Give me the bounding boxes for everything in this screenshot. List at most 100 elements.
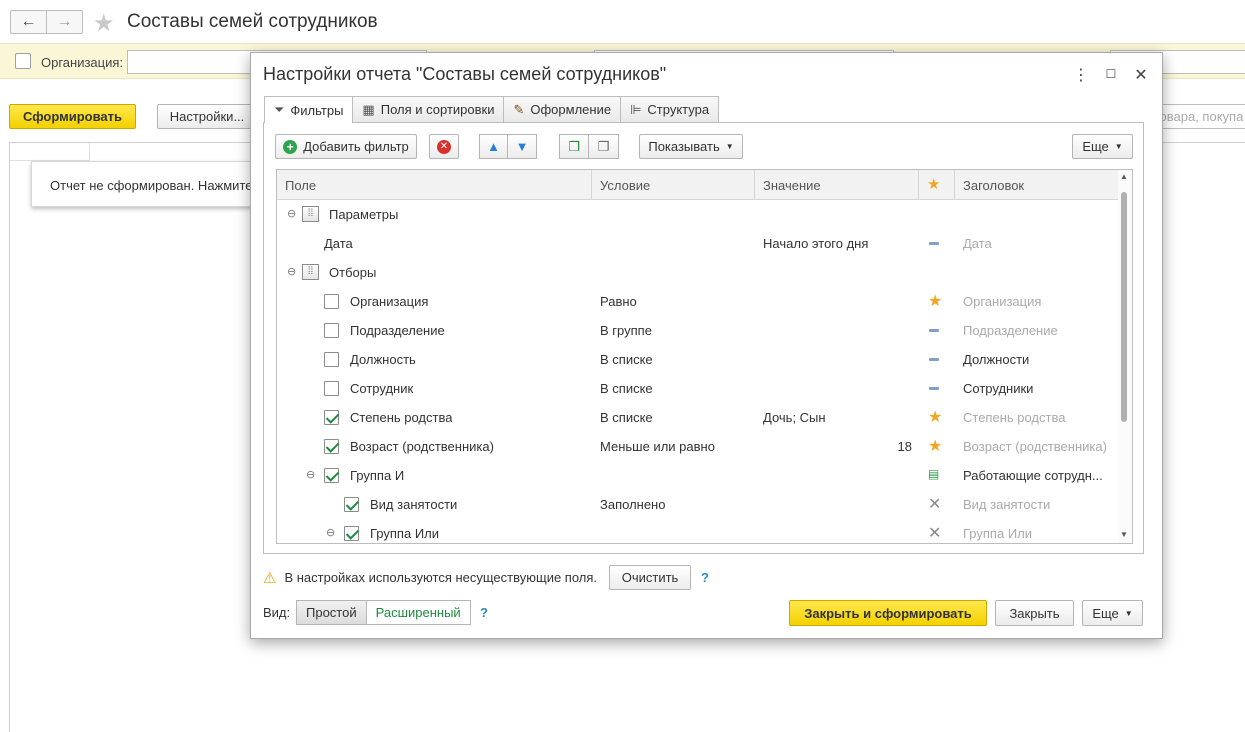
column-star-icon[interactable]: ★ (919, 170, 955, 200)
row-checkbox[interactable] (324, 352, 339, 367)
move-down-button[interactable]: ▼ (508, 134, 537, 159)
collapse-icon[interactable]: ⊖ (287, 207, 296, 220)
row-condition[interactable]: В группе (600, 316, 652, 345)
grid-row[interactable]: Вид занятости Заполнено ✕ Вид занятости (277, 490, 1118, 519)
tab-structure[interactable]: ⊫ Структура (620, 96, 720, 122)
row-header[interactable]: Организация (963, 287, 1113, 316)
not-used-cross-icon[interactable]: ✕ (928, 523, 941, 543)
nav-buttons: ← → (10, 10, 83, 34)
row-header[interactable]: Возраст (родственника) (963, 432, 1113, 461)
dialog-more-dropdown[interactable]: Еще ▼ (1082, 600, 1143, 626)
grid-row[interactable]: Сотрудник В списке Сотрудники (277, 374, 1118, 403)
row-header[interactable]: Работающие сотрудн... (963, 461, 1113, 490)
row-checkbox[interactable] (324, 323, 339, 338)
row-checkbox[interactable] (324, 294, 339, 309)
warning-text: В настройках используются несуществующие… (284, 570, 598, 585)
form-report-button[interactable]: Сформировать (9, 104, 136, 129)
move-up-button[interactable]: ▲ (479, 134, 508, 159)
row-condition[interactable]: В списке (600, 374, 653, 403)
grid-row[interactable]: Возраст (родственника) Меньше или равно 18… (277, 432, 1118, 461)
grid-row[interactable]: Степень родства В списке Дочь; Сын ★ Степень… (277, 403, 1118, 432)
row-checkbox[interactable] (324, 410, 339, 425)
row-header[interactable]: Дата (963, 229, 1113, 258)
row-condition[interactable]: В списке (600, 345, 653, 374)
settings-button[interactable]: Настройки... (157, 104, 257, 129)
maximize-icon[interactable]: ☐ (1101, 67, 1121, 81)
grid-row[interactable]: Организация Равно ★ Организация (277, 287, 1118, 316)
quick-access-dash-icon[interactable] (929, 242, 939, 245)
collapse-icon[interactable]: ⊖ (306, 468, 315, 481)
scroll-thumb[interactable] (1121, 192, 1127, 422)
row-field: Сотрудник (350, 381, 414, 396)
row-header[interactable]: Сотрудники (963, 374, 1113, 403)
row-checkbox[interactable] (324, 468, 339, 483)
delete-button[interactable]: ✕ (429, 134, 459, 159)
row-field: Отборы (329, 265, 377, 280)
collapse-icon[interactable]: ⊖ (287, 265, 296, 278)
column-field[interactable]: Поле (277, 170, 592, 200)
row-header[interactable]: Группа Или (963, 519, 1113, 543)
row-checkbox[interactable] (344, 526, 359, 541)
back-arrow-icon[interactable]: ← (11, 11, 46, 33)
row-condition[interactable]: Меньше или равно (600, 432, 715, 461)
tab-fields-sorting[interactable]: ▦ Поля и сортировки (352, 96, 505, 122)
help-icon[interactable]: ? (701, 570, 709, 585)
row-header[interactable]: Вид занятости (963, 490, 1113, 519)
row-checkbox[interactable] (324, 381, 339, 396)
view-extended-button[interactable]: Расширенный (366, 600, 471, 625)
uncheck-all-icon: ❐ (597, 138, 610, 154)
row-checkbox[interactable] (324, 439, 339, 454)
grid-row[interactable]: Дата Начало этого дня Дата (277, 229, 1118, 258)
quick-access-dash-icon[interactable] (929, 329, 939, 332)
close-icon[interactable]: ✕ (1131, 65, 1151, 85)
grid-row[interactable]: Должность В списке Должности (277, 345, 1118, 374)
group-marker-icon[interactable]: ▤ (928, 467, 939, 481)
row-header[interactable]: Должности (963, 345, 1113, 374)
quick-access-star-icon[interactable]: ★ (928, 436, 942, 456)
grid-row[interactable]: ⊖ Группа И ▤ Работающие сотрудн... (277, 461, 1118, 490)
view-help-icon[interactable]: ? (480, 605, 488, 620)
close-and-form-button[interactable]: Закрыть и сформировать (789, 600, 987, 626)
row-value[interactable]: Начало этого дня (763, 229, 868, 258)
row-field: Степень родства (350, 410, 453, 425)
quick-access-star-icon[interactable]: ★ (928, 407, 942, 427)
column-header[interactable]: Заголовок (955, 170, 1118, 200)
check-all-button[interactable]: ❐ (559, 134, 589, 159)
grid-scrollbar[interactable]: ▲ ▼ (1118, 170, 1132, 543)
favorite-star-icon[interactable]: ★ (93, 9, 115, 38)
row-field: Вид занятости (370, 497, 458, 512)
show-dropdown[interactable]: Показывать ▼ (639, 134, 743, 159)
row-checkbox[interactable] (344, 497, 359, 512)
more-vertical-icon[interactable]: ⋮ (1071, 65, 1091, 85)
column-value[interactable]: Значение (755, 170, 919, 200)
row-value[interactable]: Дочь; Сын (763, 403, 826, 432)
grid-row[interactable]: ⊖ Группа Или ✕ Группа Или (277, 519, 1118, 543)
grid-row[interactable]: ⊖ ⁞⁞ Отборы (277, 258, 1118, 287)
scroll-up-icon[interactable]: ▲ (1120, 172, 1128, 181)
row-condition[interactable]: Заполнено (600, 490, 665, 519)
collapse-icon[interactable]: ⊖ (326, 526, 335, 539)
row-condition[interactable]: Равно (600, 287, 637, 316)
row-header[interactable]: Степень родства (963, 403, 1113, 432)
row-condition[interactable]: В списке (600, 403, 653, 432)
add-filter-button[interactable]: + Добавить фильтр (275, 134, 417, 159)
uncheck-all-button[interactable]: ❐ (589, 134, 619, 159)
row-header[interactable]: Подразделение (963, 316, 1113, 345)
clear-button[interactable]: Очистить (609, 565, 692, 590)
organization-checkbox[interactable] (15, 53, 31, 69)
forward-arrow-icon[interactable]: → (46, 11, 82, 33)
quick-access-dash-icon[interactable] (929, 387, 939, 390)
more-dropdown[interactable]: Еще ▼ (1072, 134, 1133, 159)
tab-appearance[interactable]: ✎ Оформление (503, 96, 622, 122)
column-condition[interactable]: Условие (592, 170, 755, 200)
grid-row[interactable]: Подразделение В группе Подразделение (277, 316, 1118, 345)
quick-access-star-icon[interactable]: ★ (928, 291, 942, 311)
quick-access-dash-icon[interactable] (929, 358, 939, 361)
tab-filters[interactable]: ⏷ Фильтры (264, 96, 354, 123)
view-simple-button[interactable]: Простой (296, 600, 367, 625)
grid-row[interactable]: ⊖ ⁞⁞ Параметры (277, 200, 1118, 229)
not-used-cross-icon[interactable]: ✕ (928, 494, 941, 514)
close-button[interactable]: Закрыть (995, 600, 1074, 626)
row-value[interactable]: 18 (763, 432, 912, 461)
scroll-down-icon[interactable]: ▼ (1120, 530, 1128, 539)
